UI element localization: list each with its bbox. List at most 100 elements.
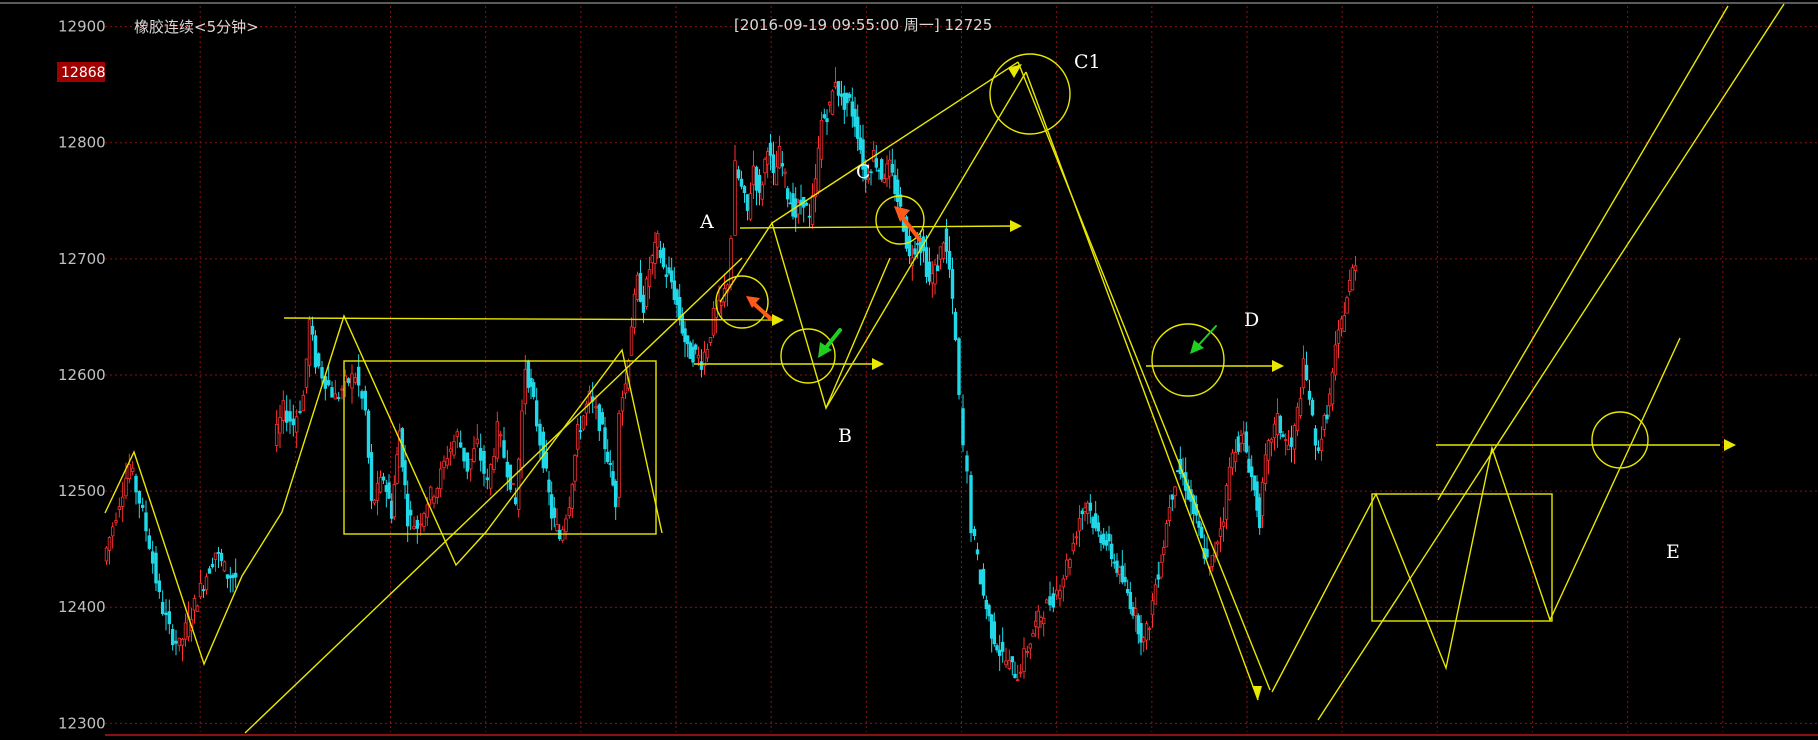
candle-down bbox=[785, 188, 790, 200]
candle-up bbox=[1233, 452, 1238, 463]
candle-down bbox=[144, 512, 148, 532]
candle-down bbox=[847, 94, 852, 98]
candle-down bbox=[1278, 415, 1283, 434]
candle-up bbox=[1161, 547, 1166, 555]
candle-up bbox=[107, 537, 112, 551]
candle-up bbox=[1327, 393, 1332, 407]
candle-up bbox=[372, 499, 377, 504]
candle-up bbox=[468, 458, 473, 470]
candle-down bbox=[680, 314, 685, 334]
candle-up bbox=[442, 460, 446, 468]
candle-up bbox=[1336, 329, 1341, 344]
candle-down bbox=[313, 335, 318, 368]
candle-down bbox=[231, 574, 235, 579]
candle-up bbox=[475, 438, 480, 445]
candle-up bbox=[1218, 528, 1223, 537]
candle-down bbox=[1013, 673, 1017, 679]
candle-up bbox=[827, 101, 832, 106]
candle-down bbox=[768, 142, 773, 156]
candle-up bbox=[117, 506, 122, 510]
candle-down bbox=[458, 442, 463, 448]
candle-up bbox=[1298, 397, 1303, 416]
candle-down bbox=[804, 202, 809, 206]
candle-down bbox=[210, 563, 215, 568]
candle-up bbox=[222, 561, 227, 572]
candle-up bbox=[213, 552, 218, 560]
candle-down bbox=[699, 361, 704, 370]
candle-up bbox=[774, 166, 779, 186]
candle-up bbox=[445, 458, 450, 466]
candle-up bbox=[1167, 507, 1172, 521]
candle-down bbox=[549, 494, 554, 519]
candle-down bbox=[1101, 533, 1106, 545]
candle-up bbox=[120, 496, 125, 507]
candle-down bbox=[605, 451, 610, 463]
candle-down bbox=[1099, 534, 1103, 544]
candle-down bbox=[1247, 458, 1251, 473]
candle-down bbox=[853, 108, 857, 127]
candle-down bbox=[965, 455, 969, 472]
candle-up bbox=[1210, 555, 1215, 567]
candle-down bbox=[1112, 561, 1117, 564]
candle-down bbox=[842, 93, 847, 110]
candle-down bbox=[1107, 533, 1111, 542]
candle-up bbox=[765, 151, 770, 165]
candle-up bbox=[422, 513, 426, 527]
label-e: E bbox=[1666, 541, 1680, 563]
candle-up bbox=[1064, 559, 1069, 577]
candle-down bbox=[363, 390, 368, 411]
candle-down bbox=[1244, 431, 1249, 453]
candle-up bbox=[1333, 344, 1338, 376]
candle-down bbox=[1000, 641, 1005, 652]
candle-down bbox=[664, 274, 669, 277]
candle-up bbox=[1342, 315, 1347, 332]
candle-up bbox=[395, 454, 399, 484]
candle-up bbox=[353, 377, 358, 383]
candle-up bbox=[183, 622, 188, 640]
candle-down bbox=[658, 249, 663, 259]
candle-up bbox=[882, 178, 887, 183]
candle-down bbox=[845, 92, 849, 104]
candle-down bbox=[1104, 540, 1109, 546]
candle-down bbox=[465, 452, 470, 472]
candle-up bbox=[933, 264, 937, 285]
candle-up bbox=[472, 448, 476, 462]
candle-up bbox=[1322, 415, 1327, 430]
candle-up bbox=[1224, 485, 1229, 520]
candle-down bbox=[675, 289, 679, 306]
candle-down bbox=[544, 452, 549, 469]
candle-up bbox=[516, 458, 521, 511]
candle-up bbox=[488, 464, 493, 489]
candle-down bbox=[877, 169, 881, 172]
candle-down bbox=[1088, 502, 1093, 511]
candle-up bbox=[1350, 267, 1355, 291]
candle-up bbox=[523, 368, 528, 405]
candle-down bbox=[1313, 428, 1318, 446]
candle-up bbox=[378, 476, 383, 493]
candle-up bbox=[594, 406, 598, 409]
candle-down bbox=[478, 447, 483, 461]
candle-down bbox=[858, 137, 863, 150]
candle-up bbox=[617, 412, 621, 498]
candle-down bbox=[134, 475, 138, 493]
candle-up bbox=[830, 90, 835, 115]
candle-up bbox=[110, 526, 115, 537]
candle-down bbox=[992, 621, 997, 645]
candle-down bbox=[320, 367, 324, 379]
candle-up bbox=[333, 393, 338, 400]
candle-up bbox=[1266, 440, 1271, 461]
candle-down bbox=[771, 154, 776, 174]
candle-down bbox=[1257, 497, 1262, 529]
candle-down bbox=[641, 294, 646, 313]
candle-down bbox=[167, 611, 172, 625]
candle-down bbox=[924, 247, 929, 277]
candle-up bbox=[520, 410, 524, 468]
candle-up bbox=[1074, 536, 1079, 539]
candle-up bbox=[455, 431, 460, 437]
candle-up bbox=[432, 496, 436, 504]
candle-down bbox=[552, 507, 557, 518]
candle-down bbox=[1125, 588, 1130, 594]
candle-down bbox=[1249, 466, 1254, 478]
candle-down bbox=[160, 601, 165, 615]
candle-down bbox=[780, 163, 785, 167]
